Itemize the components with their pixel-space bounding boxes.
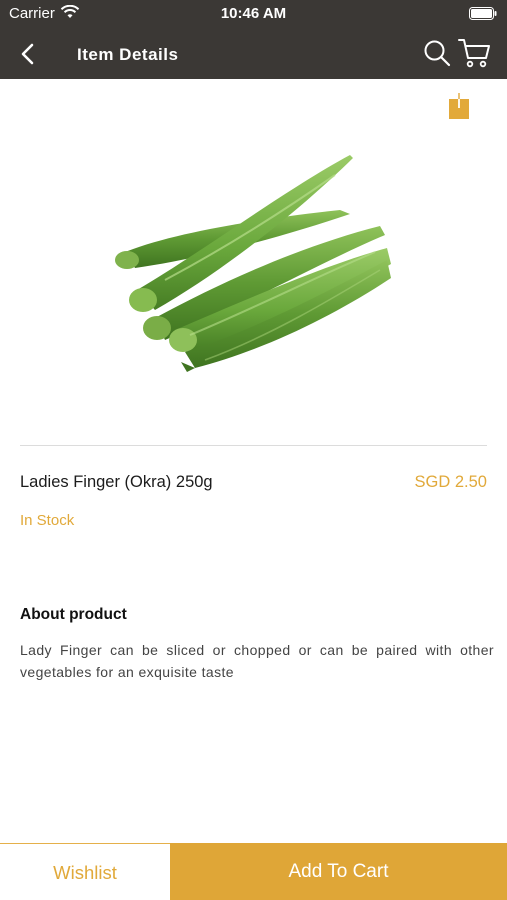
about-heading: About product: [20, 606, 127, 623]
about-description: Lady Finger can be sliced or chopped or …: [20, 642, 494, 680]
wishlist-button[interactable]: Wishlist: [0, 844, 170, 900]
bottom-action-bar: Wishlist Add To Cart: [0, 843, 507, 900]
product-name: Ladies Finger (Okra) 250g: [20, 473, 213, 491]
product-price: SGD 2.50: [414, 473, 487, 491]
add-to-cart-button[interactable]: Add To Cart: [170, 843, 507, 900]
cart-icon[interactable]: [457, 36, 491, 70]
page-title: Item Details: [77, 45, 179, 64]
battery-icon: [469, 7, 497, 20]
search-icon[interactable]: [422, 38, 452, 68]
share-icon[interactable]: [446, 91, 472, 121]
status-time: 10:46 AM: [220, 5, 287, 22]
stock-status: In Stock: [20, 512, 75, 529]
nav-bar: Item Details: [0, 28, 507, 79]
back-icon[interactable]: [14, 40, 42, 68]
product-image: [115, 155, 391, 372]
status-bar: Carrier 10:46 AM: [0, 0, 507, 28]
divider: [20, 445, 487, 446]
